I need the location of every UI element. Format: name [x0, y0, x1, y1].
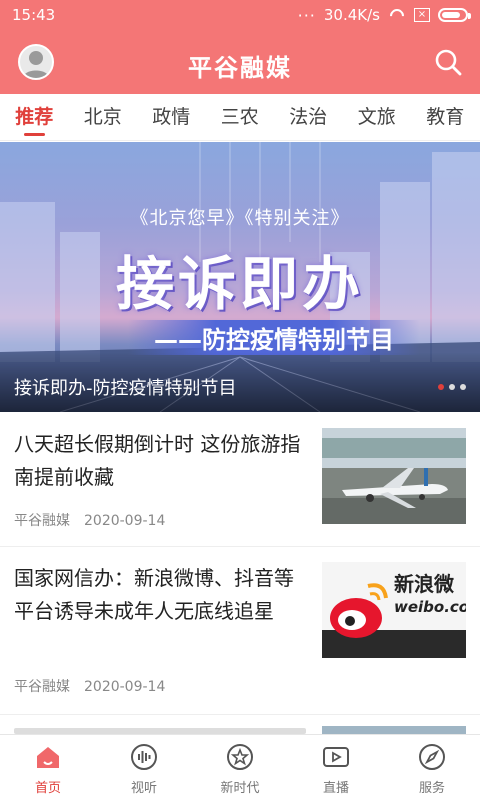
app-header: 平谷融媒 — [0, 30, 480, 94]
banner-headline: 接诉即办 — [115, 250, 364, 318]
home-icon — [37, 747, 59, 768]
list-item-partial[interactable] — [14, 716, 306, 734]
status-bar: 15:43 ··· 30.4K/s × — [0, 0, 480, 30]
tab-politics[interactable]: 政情 — [137, 94, 206, 140]
banner-subtitle: 《北京您早》《特别关注》 — [130, 208, 350, 229]
list-item[interactable]: 八天超长假期倒计时 这份旅游指南提前收藏 平谷融媒 2020-09-14 — [0, 412, 480, 547]
network-speed: 30.4K/s — [323, 6, 380, 24]
tabbar-label: 新时代 — [220, 781, 260, 796]
banner-strap: ——防控疫情特别节目 — [128, 320, 420, 355]
banner-caption: 接诉即办-防控疫情特别节目 — [14, 378, 237, 399]
article-title: 国家网信办：新浪微博、抖音等平台诱导未成年人无底线追星 — [14, 566, 294, 623]
tab-agriculture[interactable]: 三农 — [206, 94, 275, 140]
tabbar-new-era[interactable]: 新时代 — [192, 735, 288, 801]
status-time: 15:43 — [12, 6, 56, 24]
search-button[interactable] — [432, 46, 464, 78]
tab-culture-travel[interactable]: 文旅 — [343, 94, 412, 140]
carousel-indicator — [438, 384, 466, 390]
article-meta: 平谷融媒 2020-09-14 — [14, 510, 165, 530]
app-title: 平谷融媒 — [188, 54, 292, 82]
live-video-icon — [323, 747, 349, 767]
tabbar-home[interactable]: 首页 — [0, 735, 96, 801]
article-thumbnail — [322, 428, 466, 524]
more-dots-icon: ··· — [297, 5, 316, 25]
weibo-logo-text: 新浪微 — [394, 572, 454, 596]
tabbar-label: 服务 — [418, 781, 445, 796]
tab-recommend[interactable]: 推荐 — [0, 94, 69, 140]
article-thumbnail: 新浪微 weibo.co — [322, 562, 466, 658]
sim-off-icon: × — [414, 8, 430, 22]
airplane-photo — [322, 428, 466, 524]
tabbar-live[interactable]: 直播 — [288, 735, 384, 801]
article-title: 八天超长假期倒计时 这份旅游指南提前收藏 — [14, 432, 301, 489]
article-source: 平谷融媒 — [14, 513, 70, 529]
battery-icon — [438, 8, 471, 22]
list-item[interactable]: 国家网信办：新浪微博、抖音等平台诱导未成年人无底线追星 平谷融媒 2020-09-… — [0, 546, 480, 715]
article-thumbnail-partial — [322, 726, 466, 734]
tabbar-label: 视听 — [130, 781, 157, 796]
tab-beijing[interactable]: 北京 — [69, 94, 138, 140]
tabbar-audio-video[interactable]: 视听 — [96, 735, 192, 801]
carousel-dot — [449, 384, 455, 390]
status-icons: ··· 30.4K/s × — [297, 5, 471, 25]
tabbar-label: 首页 — [34, 781, 61, 796]
article-source: 平谷融媒 — [14, 679, 70, 695]
bottom-tab-bar: 首页 视听 新时代 直播 服务 — [0, 734, 480, 801]
tab-law[interactable]: 法治 — [274, 94, 343, 140]
article-date: 2020-09-14 — [84, 513, 166, 529]
tabbar-label: 直播 — [322, 781, 349, 796]
star-badge-icon — [227, 744, 253, 770]
tabbar-services[interactable]: 服务 — [384, 735, 480, 801]
search-icon — [435, 49, 462, 76]
tab-education[interactable]: 教育 — [411, 94, 480, 140]
category-tabs: 推荐 北京 政情 三农 法治 文旅 教育 — [0, 94, 480, 141]
audio-icon — [131, 744, 157, 770]
compass-icon — [419, 744, 445, 770]
carousel-dot — [438, 384, 444, 390]
wifi-icon — [388, 9, 406, 21]
weibo-logo-url: weibo.co — [394, 598, 466, 616]
article-meta: 平谷融媒 2020-09-14 — [14, 676, 165, 696]
carousel-dot — [460, 384, 466, 390]
hero-banner[interactable]: 《北京您早》《特别关注》 接诉即办 ——防控疫情特别节目 接诉即办-防控疫情特别… — [0, 142, 480, 412]
article-date: 2020-09-14 — [84, 679, 166, 695]
